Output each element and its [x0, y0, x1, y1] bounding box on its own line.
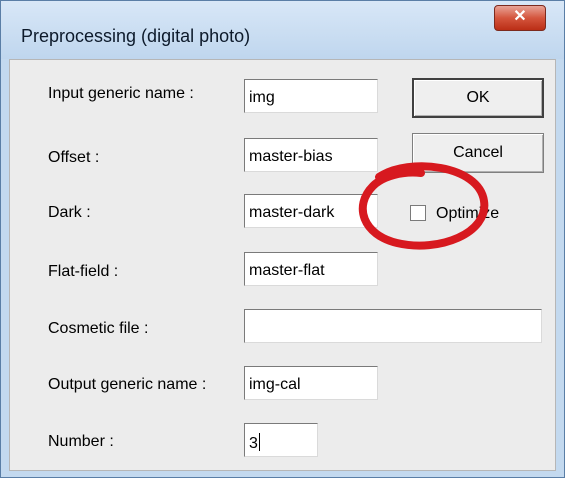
dark-label: Dark :: [48, 204, 91, 221]
output-generic-name-label: Output generic name :: [48, 376, 207, 393]
close-button[interactable]: ✕: [494, 5, 546, 31]
title-bar[interactable]: Preprocessing (digital photo) ✕: [1, 1, 564, 59]
output-generic-name-field[interactable]: img-cal: [244, 366, 378, 400]
text-caret: [258, 433, 260, 451]
dark-field[interactable]: master-dark: [244, 194, 378, 228]
input-generic-name-label: Input generic name :: [48, 85, 194, 102]
number-field[interactable]: 3: [244, 423, 318, 457]
input-generic-name-field[interactable]: img: [244, 79, 378, 113]
optimize-checkbox[interactable]: [410, 205, 426, 221]
cosmetic-file-label: Cosmetic file :: [48, 320, 149, 337]
close-icon: ✕: [513, 8, 527, 25]
window-title: Preprocessing (digital photo): [21, 26, 251, 46]
number-value: 3: [249, 435, 258, 452]
flat-field-label: Flat-field :: [48, 263, 119, 280]
preprocessing-dialog: Preprocessing (digital photo) ✕ Input ge…: [0, 0, 565, 478]
number-label: Number :: [48, 433, 114, 450]
offset-field[interactable]: master-bias: [244, 138, 378, 172]
offset-label: Offset :: [48, 149, 100, 166]
dialog-body: Input generic name : Offset : Dark : Fla…: [9, 59, 556, 471]
ok-button[interactable]: OK: [412, 78, 544, 118]
cosmetic-file-field[interactable]: [244, 309, 542, 343]
optimize-label[interactable]: Optimize: [436, 205, 499, 223]
cancel-button[interactable]: Cancel: [412, 133, 544, 173]
flat-field-field[interactable]: master-flat: [244, 252, 378, 286]
